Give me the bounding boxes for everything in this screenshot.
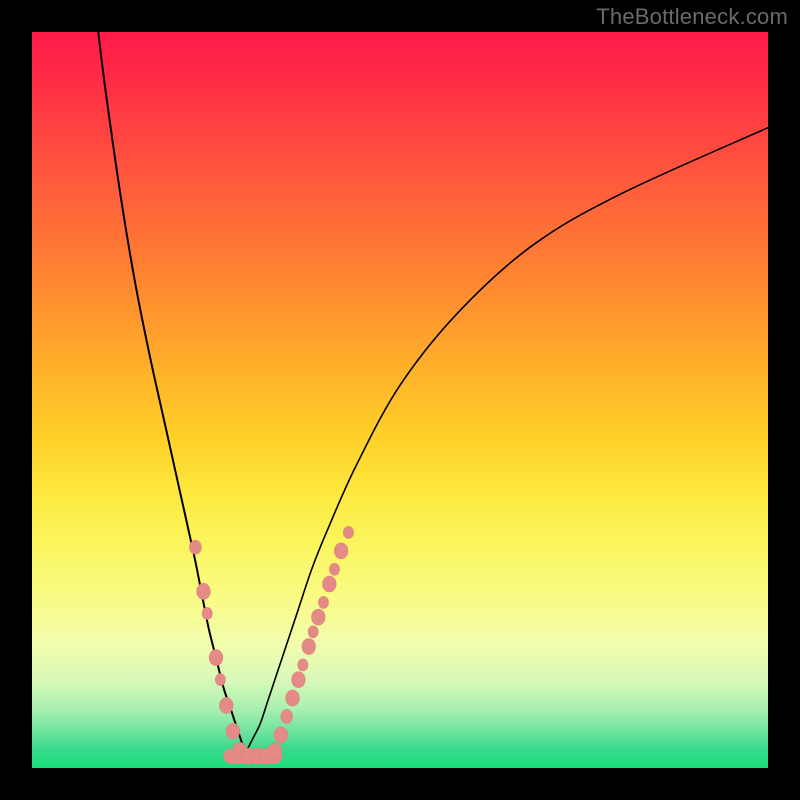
- marker-dot: [274, 727, 288, 743]
- right-curve-path: [245, 128, 768, 754]
- marker-dot: [220, 697, 234, 713]
- marker-dot: [308, 626, 318, 638]
- marker-dot: [268, 743, 282, 759]
- marker-dot: [343, 526, 353, 538]
- marker-dot: [226, 723, 240, 739]
- marker-dot: [281, 709, 293, 723]
- left-curve-path: [98, 32, 245, 753]
- marker-dot: [312, 609, 326, 625]
- plot-area: [32, 32, 768, 768]
- left-curve: [98, 32, 245, 753]
- marker-dot: [197, 583, 211, 599]
- right-curve: [245, 128, 768, 754]
- marker-dots: [189, 526, 353, 764]
- marker-dot: [202, 607, 212, 619]
- marker-dot: [302, 639, 316, 655]
- marker-dot: [329, 563, 339, 575]
- marker-dot: [334, 543, 348, 559]
- marker-dot: [298, 659, 308, 671]
- marker-dot: [318, 596, 328, 608]
- bottleneck-curve-svg: [32, 32, 768, 768]
- watermark-text: TheBottleneck.com: [596, 4, 788, 30]
- marker-dot: [292, 672, 306, 688]
- marker-dot: [209, 650, 223, 666]
- marker-dot: [215, 674, 225, 686]
- chart-frame: TheBottleneck.com: [0, 0, 800, 800]
- marker-dot: [323, 576, 337, 592]
- marker-dot: [286, 690, 300, 706]
- marker-dot: [189, 540, 201, 554]
